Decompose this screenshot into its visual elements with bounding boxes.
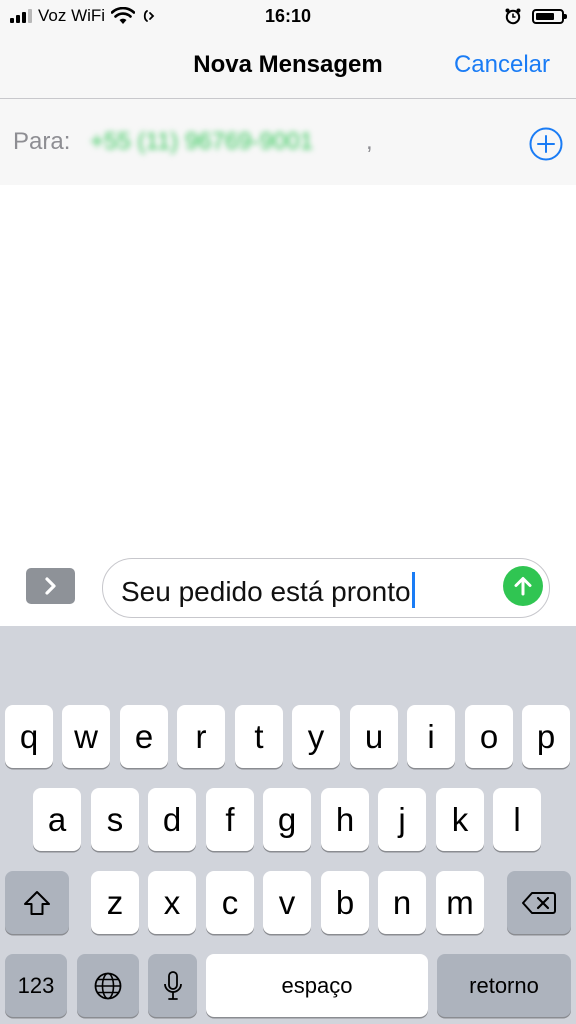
alarm-icon	[505, 8, 521, 25]
status-bar: Voz WiFi 16:10	[0, 0, 576, 34]
key-z[interactable]: z	[91, 871, 139, 934]
key-w[interactable]: w	[62, 705, 110, 768]
key-n[interactable]: n	[378, 871, 426, 934]
globe-icon	[94, 972, 122, 999]
key-i[interactable]: i	[407, 705, 455, 768]
key-g[interactable]: g	[263, 788, 311, 851]
message-input[interactable]: Seu pedido está pronto	[102, 558, 550, 618]
nav-bar: Nova Mensagem Cancelar	[0, 34, 576, 99]
key-r[interactable]: r	[177, 705, 225, 768]
recipient-chip[interactable]: +55 (11) 96769-9001	[90, 128, 313, 156]
message-text-wrap: Seu pedido está pronto	[121, 572, 415, 608]
key-c[interactable]: c	[206, 871, 254, 934]
battery-icon	[532, 8, 567, 24]
key-b[interactable]: b	[321, 871, 369, 934]
key-x[interactable]: x	[148, 871, 196, 934]
to-label: Para:	[13, 128, 71, 155]
clock: 16:10	[264, 6, 312, 26]
key-a[interactable]: a	[33, 788, 81, 851]
backspace-key[interactable]	[507, 871, 571, 934]
shift-key[interactable]	[5, 871, 69, 934]
status-right	[504, 7, 567, 25]
return-key[interactable]: retorno	[437, 954, 571, 1017]
key-l[interactable]: l	[493, 788, 541, 851]
key-h[interactable]: h	[321, 788, 369, 851]
text-caret	[411, 572, 415, 608]
key-v[interactable]: v	[263, 871, 311, 934]
key-q[interactable]: q	[5, 705, 53, 768]
key-j[interactable]: j	[378, 788, 426, 851]
key-u[interactable]: u	[350, 705, 398, 768]
space-key[interactable]: espaço	[206, 954, 428, 1017]
key-e[interactable]: e	[120, 705, 168, 768]
apps-expand-button[interactable]	[26, 568, 75, 604]
key-t[interactable]: t	[235, 705, 283, 768]
recipient-separator: ,	[366, 128, 373, 155]
key-o[interactable]: o	[465, 705, 513, 768]
arrow-up-icon	[514, 577, 532, 596]
numbers-key[interactable]: 123	[5, 954, 67, 1017]
chevron-right-icon	[44, 577, 56, 595]
send-button[interactable]	[503, 566, 543, 606]
key-k[interactable]: k	[436, 788, 484, 851]
microphone-icon	[163, 970, 182, 1000]
message-text: Seu pedido está pronto	[121, 576, 411, 607]
cancel-button[interactable]: Cancelar	[454, 51, 550, 79]
key-s[interactable]: s	[91, 788, 139, 851]
add-contact-icon[interactable]	[529, 127, 563, 161]
key-d[interactable]: d	[148, 788, 196, 851]
keyboard: q w e r t y u i o p a s d f g h j k l z …	[0, 626, 576, 1024]
shift-icon	[24, 890, 50, 915]
globe-key[interactable]	[77, 954, 139, 1017]
dictation-key[interactable]	[148, 954, 197, 1017]
key-p[interactable]: p	[522, 705, 570, 768]
key-y[interactable]: y	[292, 705, 340, 768]
key-f[interactable]: f	[206, 788, 254, 851]
backspace-icon	[522, 891, 556, 914]
key-m[interactable]: m	[436, 871, 484, 934]
recipient-row[interactable]: Para: +55 (11) 96769-9001 ,	[0, 99, 576, 185]
